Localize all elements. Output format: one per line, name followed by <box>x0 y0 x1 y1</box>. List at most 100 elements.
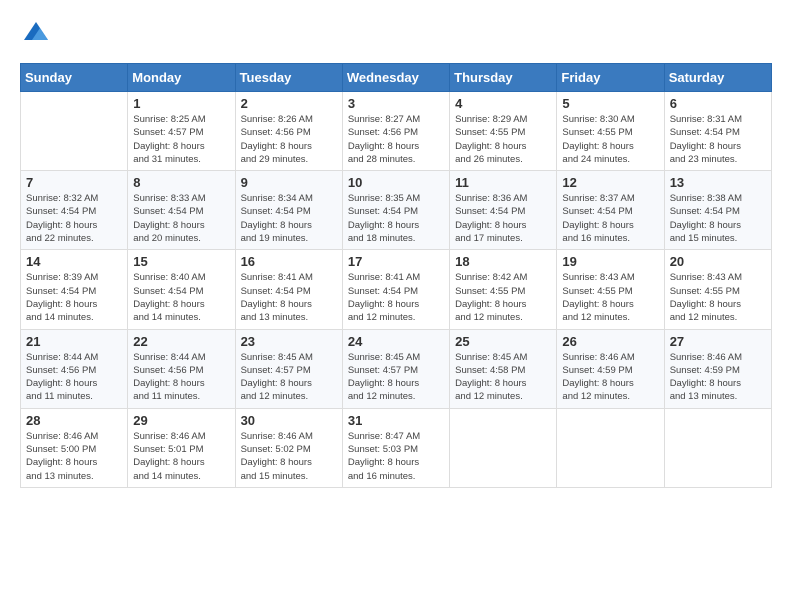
calendar-cell: 10Sunrise: 8:35 AM Sunset: 4:54 PM Dayli… <box>342 171 449 250</box>
calendar-cell: 30 Sunrise: 8:46 AM Sunset: 5:02 PM Dayli… <box>235 408 342 487</box>
day-number: 23 <box>241 334 337 349</box>
calendar-cell: 2Sunrise: 8:26 AM Sunset: 4:56 PM Daylig… <box>235 92 342 171</box>
calendar-cell: 25Sunrise: 8:45 AM Sunset: 4:58 PM Dayli… <box>450 329 557 408</box>
calendar-table: SundayMondayTuesdayWednesdayThursdayFrid… <box>20 63 772 488</box>
day-info: Sunrise: 8:27 AM Sunset: 4:56 PM Dayligh… <box>348 113 444 166</box>
calendar-cell <box>557 408 664 487</box>
day-number: 19 <box>562 254 658 269</box>
calendar-cell: 24Sunrise: 8:45 AM Sunset: 4:57 PM Dayli… <box>342 329 449 408</box>
day-info: Sunrise: 8:46 AM Sunset: 4:59 PM Dayligh… <box>670 351 766 404</box>
calendar-cell: 1 Sunrise: 8:25 AM Sunset: 4:57 PM Daylig… <box>128 92 235 171</box>
day-info: Sunrise: 8:31 AM Sunset: 4:54 PM Dayligh… <box>670 113 766 166</box>
calendar-cell: 3 Sunrise: 8:27 AM Sunset: 4:56 PM Daylig… <box>342 92 449 171</box>
calendar-cell: 18 Sunrise: 8:42 AM Sunset: 4:55 PM Dayli… <box>450 250 557 329</box>
calendar-week-row: 1 Sunrise: 8:25 AM Sunset: 4:57 PM Daylig… <box>21 92 772 171</box>
calendar-week-row: 7Sunrise: 8:32 AM Sunset: 4:54 PM Daylig… <box>21 171 772 250</box>
day-info: Sunrise: 8:40 AM Sunset: 4:54 PM Dayligh… <box>133 271 229 324</box>
calendar-cell <box>450 408 557 487</box>
day-number: 27 <box>670 334 766 349</box>
logo-icon <box>22 20 50 48</box>
day-info: Sunrise: 8:33 AM Sunset: 4:54 PM Dayligh… <box>133 192 229 245</box>
page-header <box>20 20 772 53</box>
day-info: Sunrise: 8:30 AM Sunset: 4:55 PM Dayligh… <box>562 113 658 166</box>
calendar-cell: 22 Sunrise: 8:44 AM Sunset: 4:56 PM Dayli… <box>128 329 235 408</box>
calendar-cell: 14 Sunrise: 8:39 AM Sunset: 4:54 PM Dayli… <box>21 250 128 329</box>
day-number: 30 <box>241 413 337 428</box>
calendar-cell <box>21 92 128 171</box>
calendar-cell: 20 Sunrise: 8:43 AM Sunset: 4:55 PM Dayli… <box>664 250 771 329</box>
calendar-cell: 5 Sunrise: 8:30 AM Sunset: 4:55 PM Daylig… <box>557 92 664 171</box>
weekday-header-tuesday: Tuesday <box>235 64 342 92</box>
day-info: Sunrise: 8:41 AM Sunset: 4:54 PM Dayligh… <box>348 271 444 324</box>
day-number: 21 <box>26 334 122 349</box>
day-number: 29 <box>133 413 229 428</box>
day-info: Sunrise: 8:26 AM Sunset: 4:56 PM Dayligh… <box>241 113 337 166</box>
day-info: Sunrise: 8:47 AM Sunset: 5:03 PM Dayligh… <box>348 430 444 483</box>
day-info: Sunrise: 8:43 AM Sunset: 4:55 PM Dayligh… <box>670 271 766 324</box>
day-number: 22 <box>133 334 229 349</box>
day-number: 31 <box>348 413 444 428</box>
calendar-cell: 16Sunrise: 8:41 AM Sunset: 4:54 PM Dayli… <box>235 250 342 329</box>
calendar-header-row: SundayMondayTuesdayWednesdayThursdayFrid… <box>21 64 772 92</box>
day-info: Sunrise: 8:35 AM Sunset: 4:54 PM Dayligh… <box>348 192 444 245</box>
day-number: 20 <box>670 254 766 269</box>
weekday-header-sunday: Sunday <box>21 64 128 92</box>
day-number: 6 <box>670 96 766 111</box>
calendar-cell: 28 Sunrise: 8:46 AM Sunset: 5:00 PM Dayli… <box>21 408 128 487</box>
day-number: 5 <box>562 96 658 111</box>
day-number: 13 <box>670 175 766 190</box>
calendar-cell: 7Sunrise: 8:32 AM Sunset: 4:54 PM Daylig… <box>21 171 128 250</box>
calendar-cell: 31 Sunrise: 8:47 AM Sunset: 5:03 PM Dayli… <box>342 408 449 487</box>
day-info: Sunrise: 8:44 AM Sunset: 4:56 PM Dayligh… <box>26 351 122 404</box>
day-info: Sunrise: 8:46 AM Sunset: 5:02 PM Dayligh… <box>241 430 337 483</box>
calendar-cell: 15 Sunrise: 8:40 AM Sunset: 4:54 PM Dayli… <box>128 250 235 329</box>
weekday-header-monday: Monday <box>128 64 235 92</box>
day-number: 11 <box>455 175 551 190</box>
day-number: 7 <box>26 175 122 190</box>
day-number: 15 <box>133 254 229 269</box>
day-info: Sunrise: 8:37 AM Sunset: 4:54 PM Dayligh… <box>562 192 658 245</box>
calendar-cell: 29Sunrise: 8:46 AM Sunset: 5:01 PM Dayli… <box>128 408 235 487</box>
day-number: 1 <box>133 96 229 111</box>
calendar-cell: 11 Sunrise: 8:36 AM Sunset: 4:54 PM Dayli… <box>450 171 557 250</box>
calendar-cell: 19 Sunrise: 8:43 AM Sunset: 4:55 PM Dayli… <box>557 250 664 329</box>
day-number: 18 <box>455 254 551 269</box>
day-number: 17 <box>348 254 444 269</box>
day-number: 4 <box>455 96 551 111</box>
day-info: Sunrise: 8:25 AM Sunset: 4:57 PM Dayligh… <box>133 113 229 166</box>
day-info: Sunrise: 8:39 AM Sunset: 4:54 PM Dayligh… <box>26 271 122 324</box>
day-info: Sunrise: 8:46 AM Sunset: 4:59 PM Dayligh… <box>562 351 658 404</box>
day-number: 9 <box>241 175 337 190</box>
day-info: Sunrise: 8:44 AM Sunset: 4:56 PM Dayligh… <box>133 351 229 404</box>
day-info: Sunrise: 8:45 AM Sunset: 4:58 PM Dayligh… <box>455 351 551 404</box>
calendar-week-row: 21 Sunrise: 8:44 AM Sunset: 4:56 PM Dayli… <box>21 329 772 408</box>
day-number: 12 <box>562 175 658 190</box>
calendar-cell: 8 Sunrise: 8:33 AM Sunset: 4:54 PM Daylig… <box>128 171 235 250</box>
day-info: Sunrise: 8:45 AM Sunset: 4:57 PM Dayligh… <box>241 351 337 404</box>
day-info: Sunrise: 8:41 AM Sunset: 4:54 PM Dayligh… <box>241 271 337 324</box>
calendar-cell: 9 Sunrise: 8:34 AM Sunset: 4:54 PM Daylig… <box>235 171 342 250</box>
calendar-cell: 26 Sunrise: 8:46 AM Sunset: 4:59 PM Dayli… <box>557 329 664 408</box>
calendar-cell: 23 Sunrise: 8:45 AM Sunset: 4:57 PM Dayli… <box>235 329 342 408</box>
day-info: Sunrise: 8:46 AM Sunset: 5:00 PM Dayligh… <box>26 430 122 483</box>
calendar-cell: 4 Sunrise: 8:29 AM Sunset: 4:55 PM Daylig… <box>450 92 557 171</box>
day-info: Sunrise: 8:34 AM Sunset: 4:54 PM Dayligh… <box>241 192 337 245</box>
logo <box>20 20 50 53</box>
day-info: Sunrise: 8:36 AM Sunset: 4:54 PM Dayligh… <box>455 192 551 245</box>
calendar-week-row: 14 Sunrise: 8:39 AM Sunset: 4:54 PM Dayli… <box>21 250 772 329</box>
day-number: 3 <box>348 96 444 111</box>
day-info: Sunrise: 8:42 AM Sunset: 4:55 PM Dayligh… <box>455 271 551 324</box>
day-number: 14 <box>26 254 122 269</box>
calendar-cell: 17 Sunrise: 8:41 AM Sunset: 4:54 PM Dayli… <box>342 250 449 329</box>
weekday-header-saturday: Saturday <box>664 64 771 92</box>
day-info: Sunrise: 8:29 AM Sunset: 4:55 PM Dayligh… <box>455 113 551 166</box>
day-number: 8 <box>133 175 229 190</box>
calendar-cell: 21 Sunrise: 8:44 AM Sunset: 4:56 PM Dayli… <box>21 329 128 408</box>
day-number: 28 <box>26 413 122 428</box>
day-info: Sunrise: 8:43 AM Sunset: 4:55 PM Dayligh… <box>562 271 658 324</box>
day-number: 26 <box>562 334 658 349</box>
day-info: Sunrise: 8:38 AM Sunset: 4:54 PM Dayligh… <box>670 192 766 245</box>
weekday-header-wednesday: Wednesday <box>342 64 449 92</box>
calendar-week-row: 28 Sunrise: 8:46 AM Sunset: 5:00 PM Dayli… <box>21 408 772 487</box>
day-info: Sunrise: 8:45 AM Sunset: 4:57 PM Dayligh… <box>348 351 444 404</box>
